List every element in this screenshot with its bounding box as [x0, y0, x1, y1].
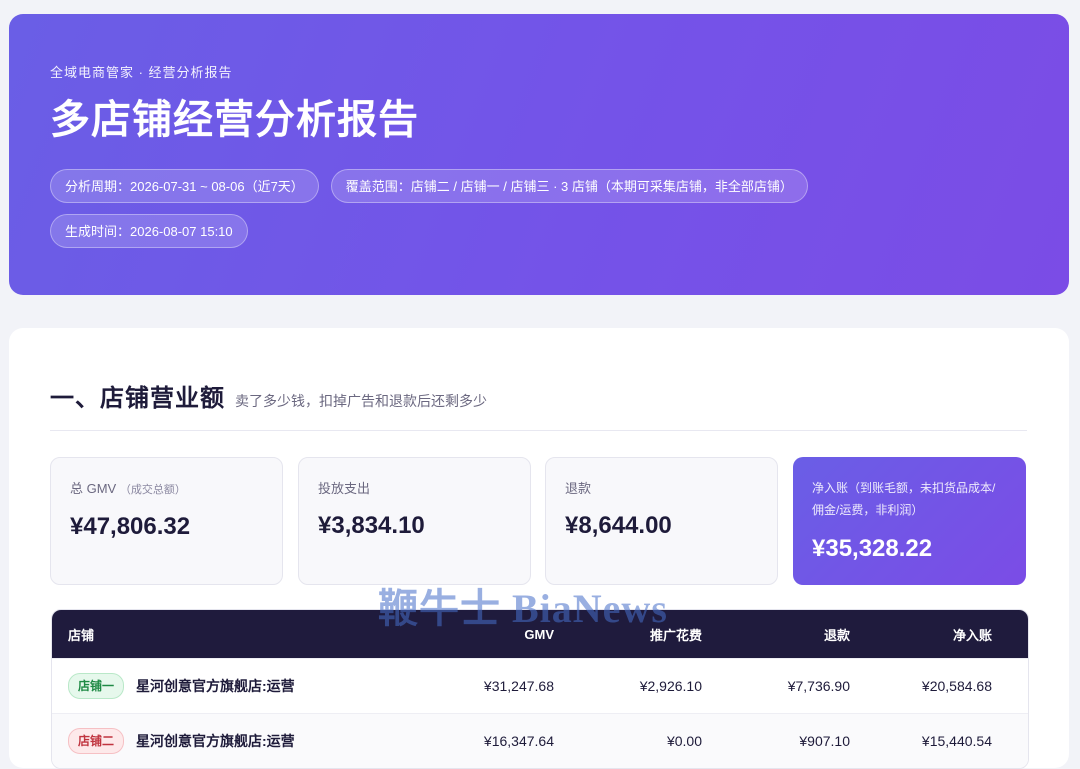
net-cell: ¥15,440.54	[921, 733, 992, 749]
refund-cell: ¥907.10	[799, 733, 850, 749]
gmv-cell: ¥31,247.68	[483, 678, 554, 694]
table-row: 店铺二 星河创意官方旗舰店:运营 ¥16,347.64 ¥0.00 ¥907.1…	[52, 713, 1028, 768]
store-cell: 店铺一 星河创意官方旗舰店:运营	[52, 673, 412, 699]
ad-spend-cell: ¥2,926.10	[639, 678, 702, 694]
kpi-note: （成交总额）	[119, 484, 186, 496]
section-subtitle: 卖了多少钱，扣掉广告和退款后还剩多少	[235, 393, 487, 409]
net-cell: ¥20,584.68	[921, 678, 992, 694]
store-tag: 店铺一	[68, 673, 125, 699]
scope-pill: 覆盖范围：店铺二 / 店铺一 / 店铺三 · 3 店铺（本期可采集店铺，非全部店…	[330, 169, 808, 203]
kpi-card-gmv: 总 GMV （成交总额） ¥47,806.32	[50, 457, 283, 585]
kpi-card-refund: 退款 ¥8,644.00	[545, 457, 778, 585]
kpi-label: 投放支出	[318, 481, 371, 496]
watermark: 鞭牛士 BiaNews	[378, 586, 668, 631]
store-name: 星河创意官方旗舰店:运营	[136, 733, 295, 749]
page-title: 多店铺经营分析报告	[50, 98, 419, 142]
generated-time-pill: 生成时间：2026-08-07 15:10	[50, 214, 248, 248]
column-header-store: 店铺	[68, 627, 95, 643]
section-title: 一、店铺营业额	[50, 385, 225, 412]
report-eyebrow: 全域电商管家 · 经营分析报告	[50, 65, 233, 80]
store-tag: 店铺二	[68, 728, 125, 754]
kpi-label: 总 GMV （成交总额）	[70, 481, 186, 496]
store-name: 星河创意官方旗舰店:运营	[136, 678, 295, 694]
revenue-section-card: 一、店铺营业额 卖了多少钱，扣掉广告和退款后还剩多少 总 GMV （成交总额） …	[9, 328, 1069, 769]
kpi-label: 退款	[565, 481, 592, 496]
report-meta-pills: 分析周期：2026-07-31 ~ 08-06（近7天） 覆盖范围：店铺二 / …	[50, 169, 870, 248]
column-header-net: 净入账	[952, 627, 992, 643]
kpi-value: ¥3,834.10	[318, 512, 425, 539]
section-divider	[50, 430, 1027, 431]
report-header-banner: 全域电商管家 · 经营分析报告 多店铺经营分析报告 分析周期：2026-07-3…	[9, 14, 1069, 295]
refund-cell: ¥7,736.90	[787, 678, 850, 694]
kpi-card-ad-spend: 投放支出 ¥3,834.10	[298, 457, 531, 585]
kpi-value: ¥47,806.32	[70, 513, 191, 540]
kpi-card-net-income: 净入账（到账毛额，未扣货品成本/佣金/运费，非利润） ¥35,328.22	[793, 457, 1026, 585]
kpi-value: ¥35,328.22	[812, 535, 933, 562]
period-pill: 分析周期：2026-07-31 ~ 08-06（近7天）	[50, 169, 319, 203]
kpi-label: 净入账（到账毛额，未扣货品成本/佣金/运费，非利润）	[812, 481, 996, 517]
table-row: 店铺一 星河创意官方旗舰店:运营 ¥31,247.68 ¥2,926.10 ¥7…	[52, 658, 1028, 713]
store-cell: 店铺二 星河创意官方旗舰店:运营	[52, 728, 412, 754]
column-header-refund: 退款	[823, 627, 850, 643]
kpi-value: ¥8,644.00	[565, 512, 672, 539]
ad-spend-cell: ¥0.00	[666, 733, 702, 749]
gmv-cell: ¥16,347.64	[483, 733, 554, 749]
section-header: 一、店铺营业额 卖了多少钱，扣掉广告和退款后还剩多少	[50, 378, 487, 413]
